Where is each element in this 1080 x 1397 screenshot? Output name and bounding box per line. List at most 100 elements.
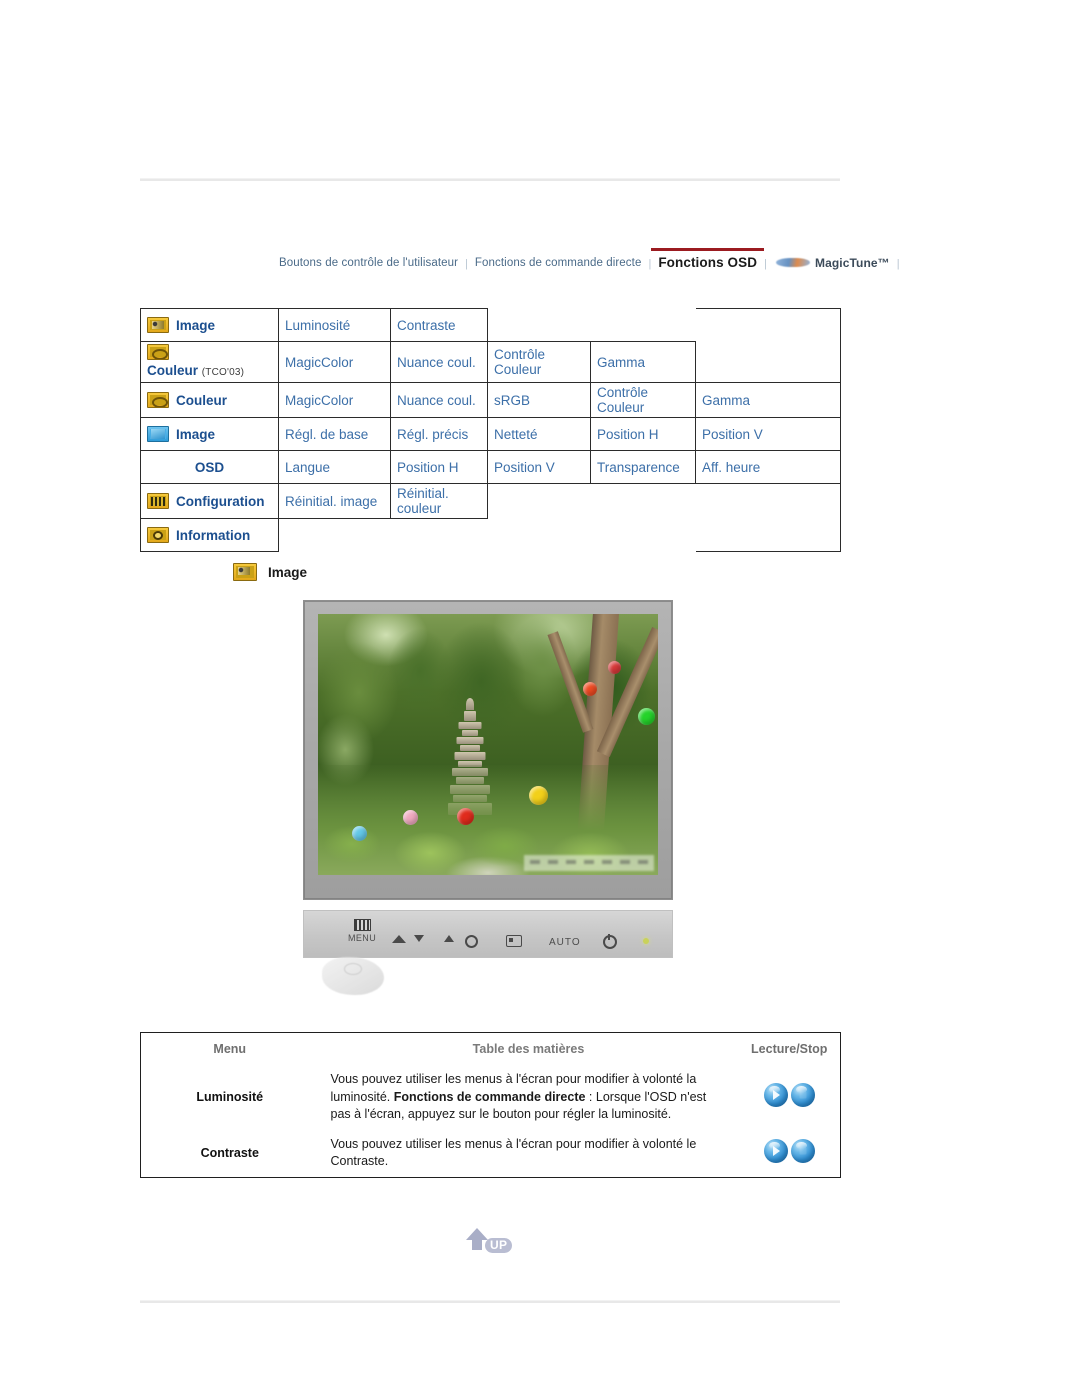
color-icon — [147, 392, 169, 408]
menu-button-label: MENU — [348, 933, 377, 943]
matrix-cell[interactable]: Luminosité — [278, 308, 391, 342]
matrix-cell[interactable]: Contraste — [390, 308, 488, 342]
matrix-lead-label: OSD — [194, 459, 225, 475]
screen-lantern — [607, 660, 621, 674]
monitor-illustration: MENU AUTO — [303, 600, 681, 995]
matrix-lead-label: Image — [176, 317, 216, 333]
section-heading-image: Image — [233, 563, 307, 581]
matrix-row: Couleur MagicColor Nuance coul. sRGB Con… — [140, 382, 841, 418]
matrix-cell[interactable]: MagicColor — [278, 341, 391, 383]
monitor-button-bar: MENU AUTO — [303, 910, 673, 995]
scroll-down-button[interactable] — [414, 935, 424, 942]
matrix-lead-couleur-tco[interactable]: Couleur (TCO'03) — [140, 341, 279, 383]
mountain-icon — [392, 935, 406, 943]
desc-menu-name: Luminosité — [196, 1090, 264, 1105]
brightness-icon — [465, 935, 478, 948]
top-divider — [140, 178, 840, 181]
image-blue-icon — [147, 426, 169, 442]
scroll-up-button[interactable] — [444, 935, 454, 942]
nav-item-osd-functions[interactable]: Fonctions OSD — [651, 248, 765, 273]
matrix-cell-empty — [590, 308, 696, 342]
power-icon — [603, 934, 617, 949]
brightness-button[interactable] — [465, 935, 478, 948]
desc-header-row: Menu Table des matières Lecture/Stop — [141, 1033, 841, 1066]
matrix-cell[interactable]: MagicColor — [278, 382, 391, 418]
stop-button-icon[interactable] — [790, 1082, 815, 1107]
matrix-row: Configuration Réinitial. image Réinitial… — [140, 483, 841, 519]
nav-item-direct-control-functions[interactable]: Fonctions de commande directe — [468, 256, 649, 273]
matrix-lead-image[interactable]: Image — [140, 308, 279, 342]
auto-button-label: AUTO — [549, 937, 581, 948]
matrix-cell[interactable]: Position V — [487, 450, 591, 484]
screen-lantern — [582, 681, 597, 696]
power-button[interactable] — [603, 934, 617, 949]
matrix-cell[interactable]: Aff. heure — [695, 450, 841, 484]
page-title: Image — [268, 564, 308, 580]
matrix-cell[interactable]: Régl. précis — [390, 417, 488, 451]
matrix-cell[interactable]: Transparence — [590, 450, 696, 484]
play-button-icon[interactable] — [763, 1138, 788, 1163]
matrix-cell[interactable]: sRGB — [487, 382, 591, 418]
matrix-lead-note: (TCO'03) — [201, 367, 245, 378]
desc-controls — [739, 1065, 841, 1130]
matrix-lead-information[interactable]: Information — [140, 518, 279, 552]
source-button[interactable] — [506, 935, 522, 947]
nav-item-magictune-label: MagicTune™ — [814, 256, 890, 270]
matrix-cell-empty — [487, 483, 591, 519]
up-arrow-stem — [472, 1239, 482, 1250]
auto-button[interactable]: AUTO — [549, 937, 581, 948]
stop-button-icon[interactable] — [790, 1138, 815, 1163]
matrix-cell-empty — [487, 308, 591, 342]
desc-row-luminosite: Luminosité Vous pouvez utiliser les menu… — [141, 1065, 841, 1130]
matrix-cell[interactable]: Gamma — [590, 341, 696, 383]
source-icon — [506, 935, 522, 947]
bottom-divider — [140, 1300, 840, 1303]
screen-lantern — [352, 826, 367, 842]
matrix-cell-empty — [695, 341, 841, 383]
triangle-down-icon — [414, 935, 424, 942]
matrix-cell[interactable]: Langue — [278, 450, 391, 484]
desc-body: Vous pouvez utiliser les menus à l'écran… — [319, 1130, 739, 1178]
matrix-cell[interactable]: Contrôle Couleur — [487, 341, 591, 383]
matrix-cell[interactable]: Régl. de base — [278, 417, 391, 451]
matrix-lead-osd[interactable]: OSD — [140, 450, 279, 484]
monitor-screen — [318, 614, 658, 875]
matrix-cell-empty — [487, 518, 591, 552]
scroll-to-top-button[interactable]: UP — [466, 1228, 518, 1258]
menu-button[interactable]: MENU — [348, 919, 376, 943]
nav-item-user-control-buttons[interactable]: Boutons de contrôle de l'utilisateur — [272, 256, 465, 273]
matrix-cell[interactable]: Réinitial. image — [278, 483, 391, 519]
desc-paragraph-2-bold: Fonctions de commande directe — [393, 1089, 586, 1104]
color-icon — [147, 344, 169, 360]
image-icon — [233, 563, 257, 581]
matrix-cell[interactable]: Netteté — [487, 417, 591, 451]
breadcrumb-nav: Boutons de contrôle de l'utilisateur | F… — [272, 243, 900, 273]
matrix-cell[interactable]: Réinitial. couleur — [390, 483, 488, 519]
triangle-up-icon — [444, 935, 454, 942]
matrix-cell[interactable]: Contrôle Couleur — [590, 382, 696, 418]
matrix-lead-couleur[interactable]: Couleur — [140, 382, 279, 418]
matrix-cell-empty — [590, 483, 696, 519]
matrix-lead-label: Couleur — [176, 392, 228, 408]
down-button[interactable] — [392, 935, 406, 943]
matrix-cell-empty — [390, 518, 488, 552]
matrix-cell[interactable]: Gamma — [695, 382, 841, 418]
play-button-icon[interactable] — [763, 1082, 788, 1107]
matrix-cell-empty — [695, 483, 841, 519]
led-indicator-icon — [643, 938, 649, 944]
desc-header-menu: Menu — [213, 1042, 247, 1056]
matrix-cell[interactable]: Nuance coul. — [390, 382, 488, 418]
matrix-row: Image Régl. de base Régl. précis Netteté… — [140, 417, 841, 451]
nav-item-magictune[interactable]: MagicTune™ — [767, 256, 897, 273]
matrix-lead-image-adjust[interactable]: Image — [140, 417, 279, 451]
magictune-logo-icon — [775, 256, 810, 268]
document-page: Boutons de contrôle de l'utilisateur | F… — [0, 0, 1080, 1397]
matrix-row: Image Luminosité Contraste — [140, 308, 841, 342]
matrix-lead-configuration[interactable]: Configuration — [140, 483, 279, 519]
matrix-cell[interactable]: Position H — [590, 417, 696, 451]
matrix-cell[interactable]: Position V — [695, 417, 841, 451]
matrix-cell[interactable]: Nuance coul. — [390, 341, 488, 383]
desc-body: Vous pouvez utiliser les menus à l'écran… — [319, 1065, 739, 1130]
screen-osd-overlay — [524, 855, 654, 871]
matrix-cell[interactable]: Position H — [390, 450, 488, 484]
